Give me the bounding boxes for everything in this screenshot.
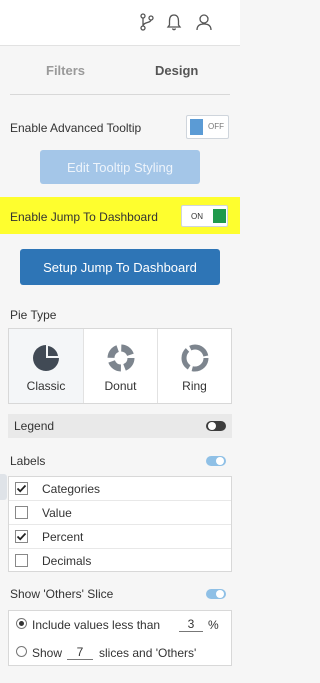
show-slices-option[interactable]: Show slices and 'Others'	[9, 639, 231, 666]
pie-type-label: Pie Type	[10, 308, 57, 322]
switch-dot	[216, 457, 224, 465]
panel-tabs: Filters Design	[0, 46, 240, 96]
list-item[interactable]: Value	[9, 501, 231, 525]
others-slice-options: Include values less than % Show slices a…	[8, 610, 232, 666]
show-slices-radio[interactable]	[16, 646, 27, 657]
categories-checkbox[interactable]	[15, 482, 28, 495]
others-slice-switch[interactable]	[206, 589, 226, 599]
switch-dot	[216, 590, 224, 598]
classic-pie-icon	[33, 343, 61, 371]
show-text: Show	[32, 646, 63, 660]
tab-divider	[10, 94, 230, 95]
pie-type-ring[interactable]: Ring	[157, 329, 231, 403]
toggle-knob	[190, 119, 203, 135]
show-slices-input[interactable]	[67, 645, 93, 660]
advanced-tooltip-label: Enable Advanced Tooltip	[10, 121, 142, 135]
checkmark-icon	[16, 532, 27, 541]
checkmark-icon	[16, 484, 27, 493]
jump-to-dashboard-label: Enable Jump To Dashboard	[10, 210, 158, 224]
top-bar	[0, 0, 240, 46]
pie-type-selector: Classic Donut Ring	[8, 328, 232, 404]
setup-jump-to-dashboard-button[interactable]: Setup Jump To Dashboard	[20, 249, 220, 285]
decimals-label: Decimals	[42, 554, 92, 568]
decimals-checkbox[interactable]	[15, 554, 28, 567]
pie-type-donut-label: Donut	[104, 379, 137, 393]
percent-checkbox[interactable]	[15, 530, 28, 543]
pie-type-ring-label: Ring	[182, 379, 207, 393]
categories-label: Categories	[42, 482, 101, 496]
tab-design[interactable]: Design	[155, 63, 198, 78]
labels-list: Categories Value Percent Decimals	[8, 476, 232, 572]
list-item[interactable]: Decimals	[9, 549, 231, 573]
include-values-input[interactable]	[179, 617, 203, 632]
advanced-tooltip-toggle[interactable]: OFF	[186, 115, 229, 139]
panel-collapse-handle[interactable]	[0, 474, 7, 500]
list-item[interactable]: Percent	[9, 525, 231, 549]
user-icon[interactable]	[194, 11, 214, 33]
branch-icon[interactable]	[137, 11, 157, 33]
legend-switch[interactable]	[206, 421, 226, 431]
switch-dot	[208, 422, 216, 430]
percent-label: Percent	[42, 530, 84, 544]
edit-tooltip-styling-button[interactable]: Edit Tooltip Styling	[40, 150, 200, 184]
value-checkbox[interactable]	[15, 506, 28, 519]
pie-type-classic[interactable]: Classic	[9, 329, 83, 403]
tab-filters[interactable]: Filters	[46, 63, 85, 78]
donut-icon	[107, 344, 134, 372]
pie-type-donut[interactable]: Donut	[83, 329, 157, 403]
value-label: Value	[42, 506, 72, 520]
labels-switch[interactable]	[206, 456, 226, 466]
bell-icon[interactable]	[164, 11, 184, 33]
legend-row: Legend	[8, 414, 232, 438]
list-item[interactable]: Categories	[9, 477, 231, 501]
percent-sign: %	[208, 618, 219, 632]
legend-label: Legend	[14, 419, 55, 433]
include-values-text: Include values less than	[32, 618, 161, 632]
toggle-state-text: OFF	[208, 122, 224, 131]
include-values-radio[interactable]	[16, 618, 27, 629]
include-values-option[interactable]: Include values less than %	[9, 611, 231, 638]
jump-to-dashboard-toggle[interactable]: ON	[181, 205, 228, 227]
toggle-state-text: ON	[191, 212, 203, 221]
ring-icon	[181, 344, 208, 372]
slices-and-others-text: slices and 'Others'	[99, 646, 197, 660]
labels-label: Labels	[10, 454, 46, 468]
toggle-knob	[213, 209, 226, 223]
pie-type-classic-label: Classic	[26, 379, 66, 393]
others-slice-label: Show 'Others' Slice	[10, 587, 114, 601]
